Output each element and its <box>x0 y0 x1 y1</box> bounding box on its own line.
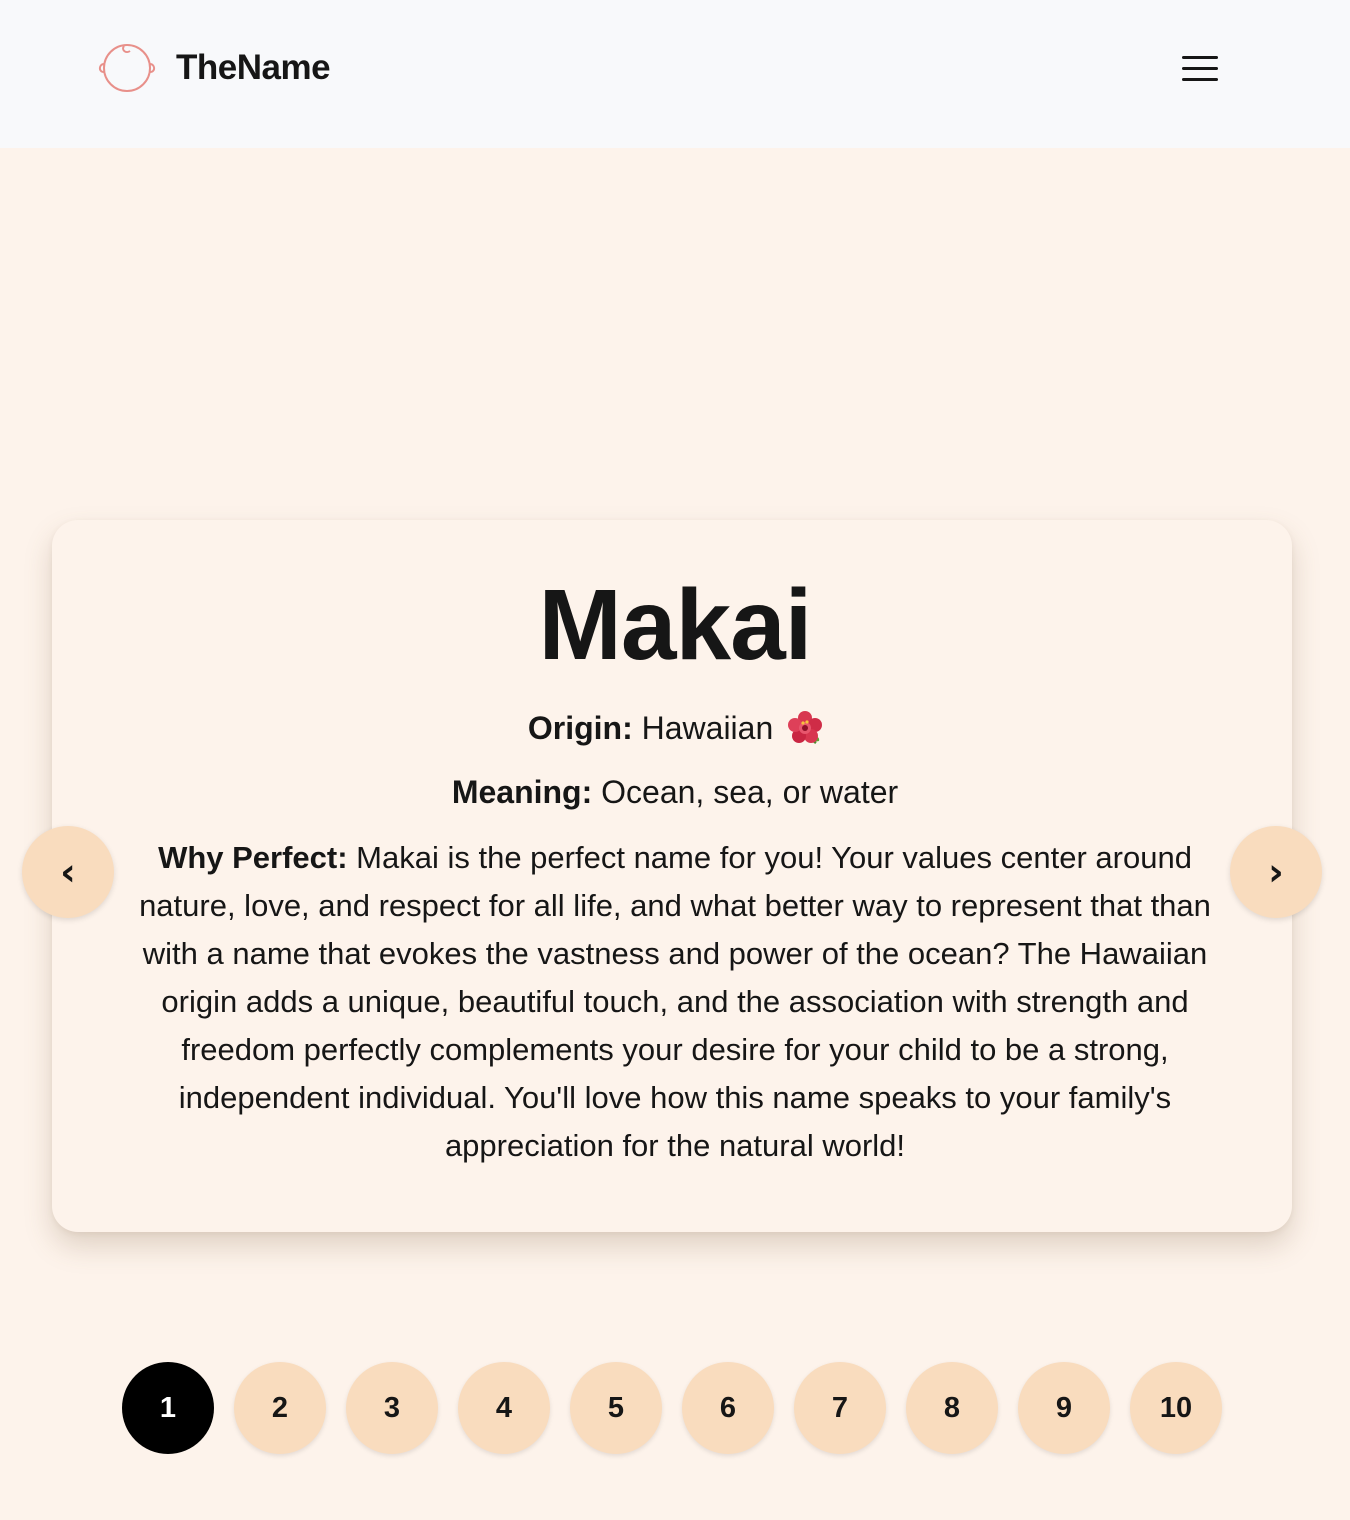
why-perfect-text: Makai is the perfect name for you! Your … <box>139 840 1211 1163</box>
site-header: TheName <box>0 0 1350 148</box>
page-dot-10[interactable]: 10 <box>1130 1362 1222 1454</box>
page-dot-3[interactable]: 3 <box>346 1362 438 1454</box>
menu-button[interactable] <box>1176 48 1224 88</box>
meaning-line: Meaning: Ocean, sea, or water <box>0 772 1350 812</box>
next-button[interactable]: › <box>1230 826 1322 918</box>
origin-line: Origin: Hawaiian <box>0 708 1350 748</box>
page-dot-6[interactable]: 6 <box>682 1362 774 1454</box>
why-perfect-label: Why Perfect: <box>158 840 348 875</box>
why-perfect-paragraph: Why Perfect: Makai is the perfect name f… <box>118 834 1232 1170</box>
page-dot-4[interactable]: 4 <box>458 1362 550 1454</box>
page-dot-7[interactable]: 7 <box>794 1362 886 1454</box>
meaning-label: Meaning: <box>451 774 593 810</box>
brand[interactable]: TheName <box>96 40 331 96</box>
hibiscus-icon <box>788 711 823 744</box>
previous-button[interactable]: ‹ <box>22 826 114 918</box>
brand-name: TheName <box>176 48 331 87</box>
pagination: 1 2 3 4 5 6 7 8 9 10 <box>122 1362 1222 1454</box>
page-dot-8[interactable]: 8 <box>906 1362 998 1454</box>
name-title: Makai <box>538 569 813 681</box>
page-dot-2[interactable]: 2 <box>234 1362 326 1454</box>
meaning-value: Ocean, sea, or water <box>601 774 899 810</box>
page-dot-1[interactable]: 1 <box>122 1362 214 1454</box>
baby-face-icon <box>98 44 156 92</box>
page-dot-9[interactable]: 9 <box>1018 1362 1110 1454</box>
hamburger-menu-icon <box>1182 56 1218 59</box>
origin-label: Origin: <box>527 710 633 746</box>
page-dot-5[interactable]: 5 <box>570 1362 662 1454</box>
origin-value: Hawaiian <box>641 710 774 746</box>
